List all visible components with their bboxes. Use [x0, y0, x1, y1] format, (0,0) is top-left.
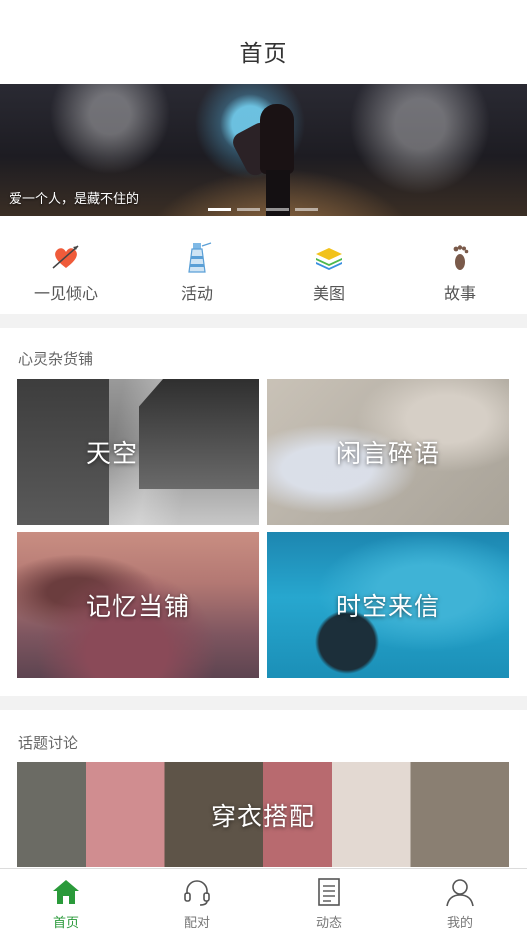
tab-home[interactable]: 首页 [26, 877, 106, 931]
headset-icon [184, 880, 210, 906]
quick-nav-label: 一见倾心 [33, 284, 98, 303]
section-divider [0, 696, 527, 710]
card-label: 闲言碎语 [335, 439, 440, 468]
section-title: 话题讨论 [18, 734, 79, 752]
section-title: 心灵杂货铺 [18, 350, 94, 368]
quick-nav-activity[interactable]: 活动 [147, 240, 247, 304]
tab-label: 配对 [183, 916, 210, 931]
card-memory-pawnshop[interactable]: 记忆当铺 [17, 532, 259, 678]
banner-carousel[interactable]: 爱一个人，是藏不住的 [0, 84, 527, 216]
section-divider [0, 314, 527, 328]
banner-caption: 爱一个人，是藏不住的 [9, 192, 140, 207]
quick-nav-gallery[interactable]: 美图 [279, 240, 379, 304]
card-time-letter[interactable]: 时空来信 [267, 532, 509, 678]
quick-nav-label: 故事 [443, 284, 476, 303]
tab-label: 首页 [52, 916, 79, 931]
quick-nav: 一见倾心 活动 美图 故事 [0, 216, 527, 314]
bottom-tab-bar: 首页 配对 动态 我的 [0, 868, 527, 937]
card-sky-whisper[interactable]: 天空絮语 [17, 379, 259, 525]
lighthouse-icon [188, 242, 212, 273]
heart-arrow-icon [52, 245, 79, 269]
quick-nav-label: 美图 [312, 284, 345, 303]
layers-icon [316, 248, 342, 270]
carousel-dot[interactable] [295, 208, 318, 211]
card-outfit[interactable]: 穿衣搭配 [17, 762, 509, 867]
quick-nav-label: 活动 [180, 284, 213, 303]
carousel-dot[interactable] [266, 208, 289, 211]
nav-header: 首页 [0, 0, 527, 84]
quick-nav-story[interactable]: 故事 [410, 240, 510, 304]
card-label: 时空来信 [335, 592, 440, 621]
tab-match[interactable]: 配对 [157, 877, 237, 931]
card-label: 记忆当铺 [85, 592, 190, 621]
home-icon [53, 880, 79, 904]
card-idle-chat[interactable]: 闲言碎语 [267, 379, 509, 525]
banner-image [229, 104, 310, 216]
tab-label: 我的 [446, 916, 473, 931]
footprint-icon [453, 245, 469, 270]
user-icon [446, 879, 474, 907]
carousel-dot[interactable] [208, 208, 231, 211]
tab-label: 动态 [315, 916, 342, 931]
tab-profile[interactable]: 我的 [420, 877, 500, 931]
document-icon [318, 878, 340, 906]
card-label: 天空絮语 [85, 439, 190, 468]
carousel-indicator[interactable] [208, 208, 318, 211]
carousel-dot[interactable] [237, 208, 260, 211]
card-label: 穿衣搭配 [210, 801, 315, 831]
tab-feed[interactable]: 动态 [289, 877, 369, 931]
page-title: 首页 [239, 41, 288, 67]
quick-nav-love-at-first-sight[interactable]: 一见倾心 [16, 240, 116, 304]
